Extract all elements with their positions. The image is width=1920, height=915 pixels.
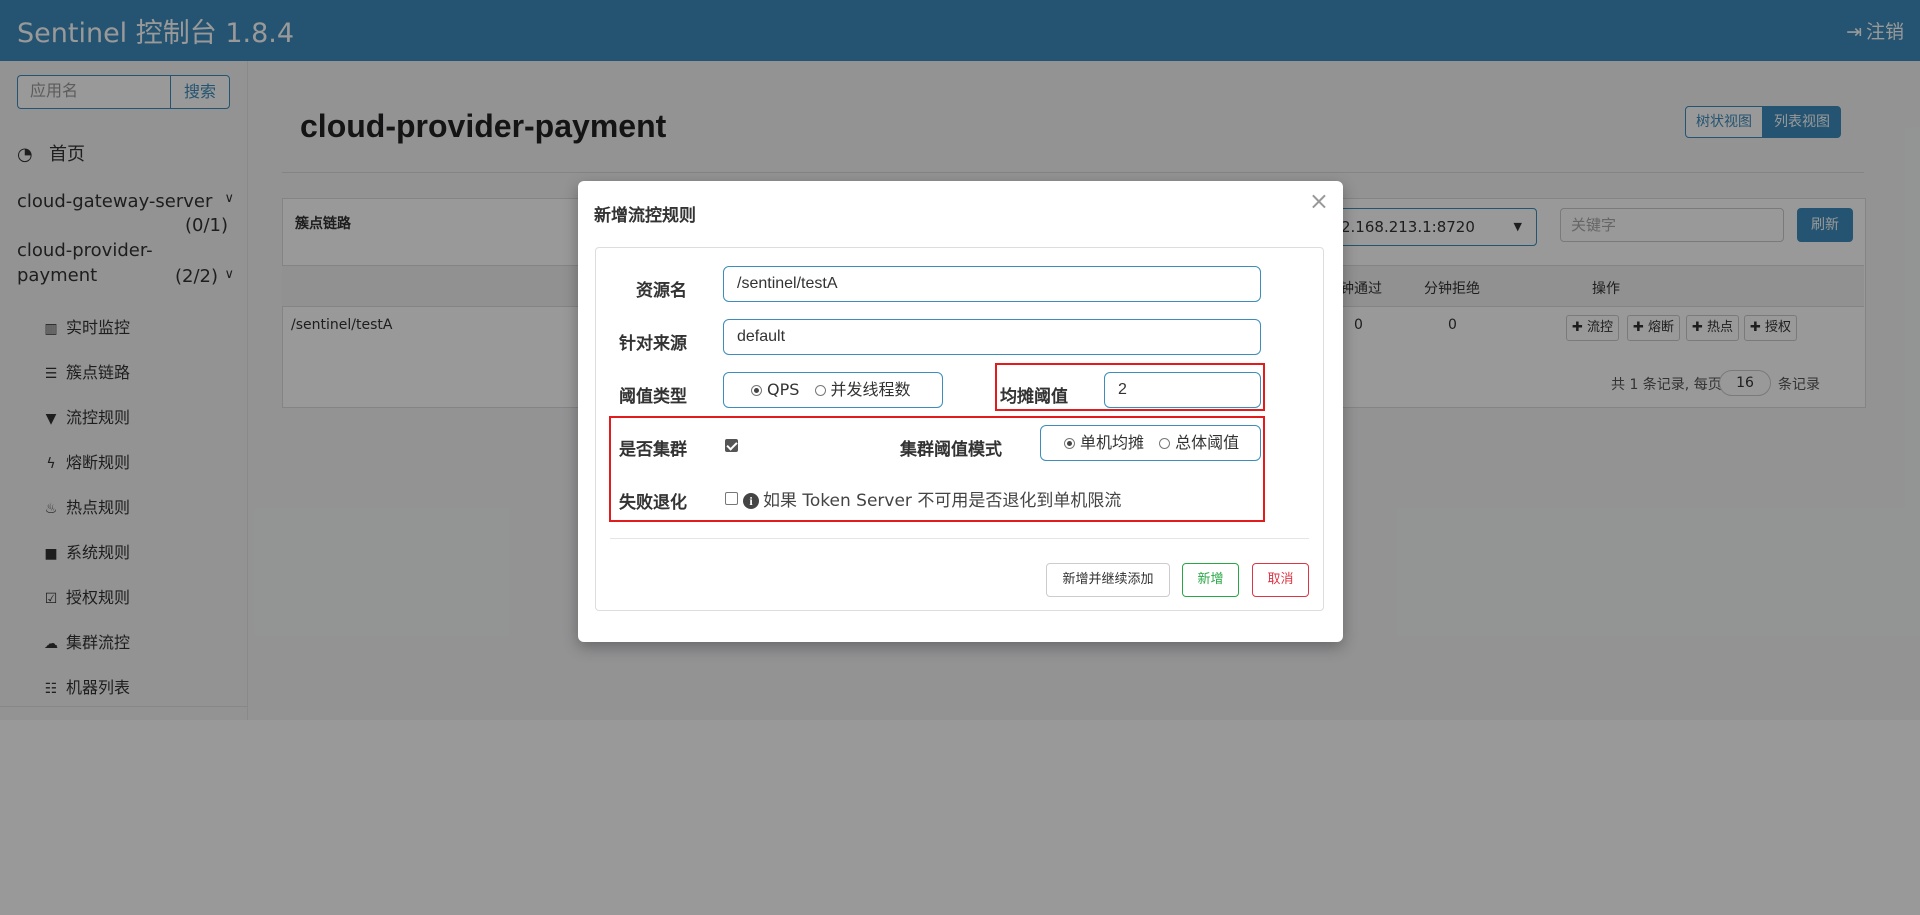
- avg-threshold-label: 均摊阈值: [1000, 387, 1068, 407]
- radio-unchecked-icon: [1159, 438, 1171, 449]
- radio-checked-icon: [751, 385, 762, 396]
- info-icon: i: [743, 493, 759, 509]
- cluster-checkbox[interactable]: [725, 439, 738, 452]
- radio-checked-icon: [1064, 438, 1075, 449]
- radio-global[interactable]: 总体阈值: [1159, 426, 1239, 460]
- threshold-type-label: 阈值类型: [619, 387, 687, 407]
- radio-label: 并发线程数: [830, 380, 911, 399]
- dialog-title: 新增流控规则: [594, 206, 696, 226]
- cluster-mode-label: 集群阈值模式: [900, 440, 1002, 460]
- fallback-checkbox[interactable]: [725, 492, 738, 505]
- radio-label: 总体阈值: [1175, 433, 1240, 452]
- radio-qps[interactable]: QPS: [751, 373, 799, 407]
- cluster-mode-radio-group: 单机均摊 总体阈值: [1040, 425, 1261, 461]
- radio-avg-local[interactable]: 单机均摊: [1064, 426, 1144, 460]
- cancel-button[interactable]: 取消: [1252, 563, 1309, 597]
- origin-label: 针对来源: [619, 334, 687, 354]
- cluster-label: 是否集群: [619, 440, 687, 460]
- add-button[interactable]: 新增: [1182, 563, 1239, 597]
- fallback-label: 失败退化: [619, 493, 687, 513]
- close-icon[interactable]: ×: [1309, 187, 1329, 215]
- radio-label: QPS: [767, 380, 800, 399]
- fallback-hint-text: 如果 Token Server 不可用是否退化到单机限流: [763, 491, 1122, 511]
- origin-input[interactable]: default: [723, 319, 1261, 355]
- radio-unchecked-icon: [814, 385, 826, 396]
- add-flow-rule-dialog: 新增流控规则 × 资源名 /sentinel/testA 针对来源 defaul…: [578, 181, 1343, 642]
- radio-label: 单机均摊: [1080, 433, 1145, 452]
- form-divider: [610, 538, 1309, 539]
- add-and-continue-button[interactable]: 新增并继续添加: [1046, 563, 1170, 597]
- fallback-hint: i 如果 Token Server 不可用是否退化到单机限流: [743, 486, 1121, 511]
- resource-input[interactable]: /sentinel/testA: [723, 266, 1261, 302]
- radio-threads[interactable]: 并发线程数: [814, 373, 911, 407]
- threshold-type-radio-group: QPS 并发线程数: [723, 372, 943, 408]
- avg-threshold-input[interactable]: 2: [1104, 372, 1261, 408]
- resource-label: 资源名: [636, 281, 687, 301]
- dialog-form: 资源名 /sentinel/testA 针对来源 default 阈值类型 QP…: [595, 247, 1324, 611]
